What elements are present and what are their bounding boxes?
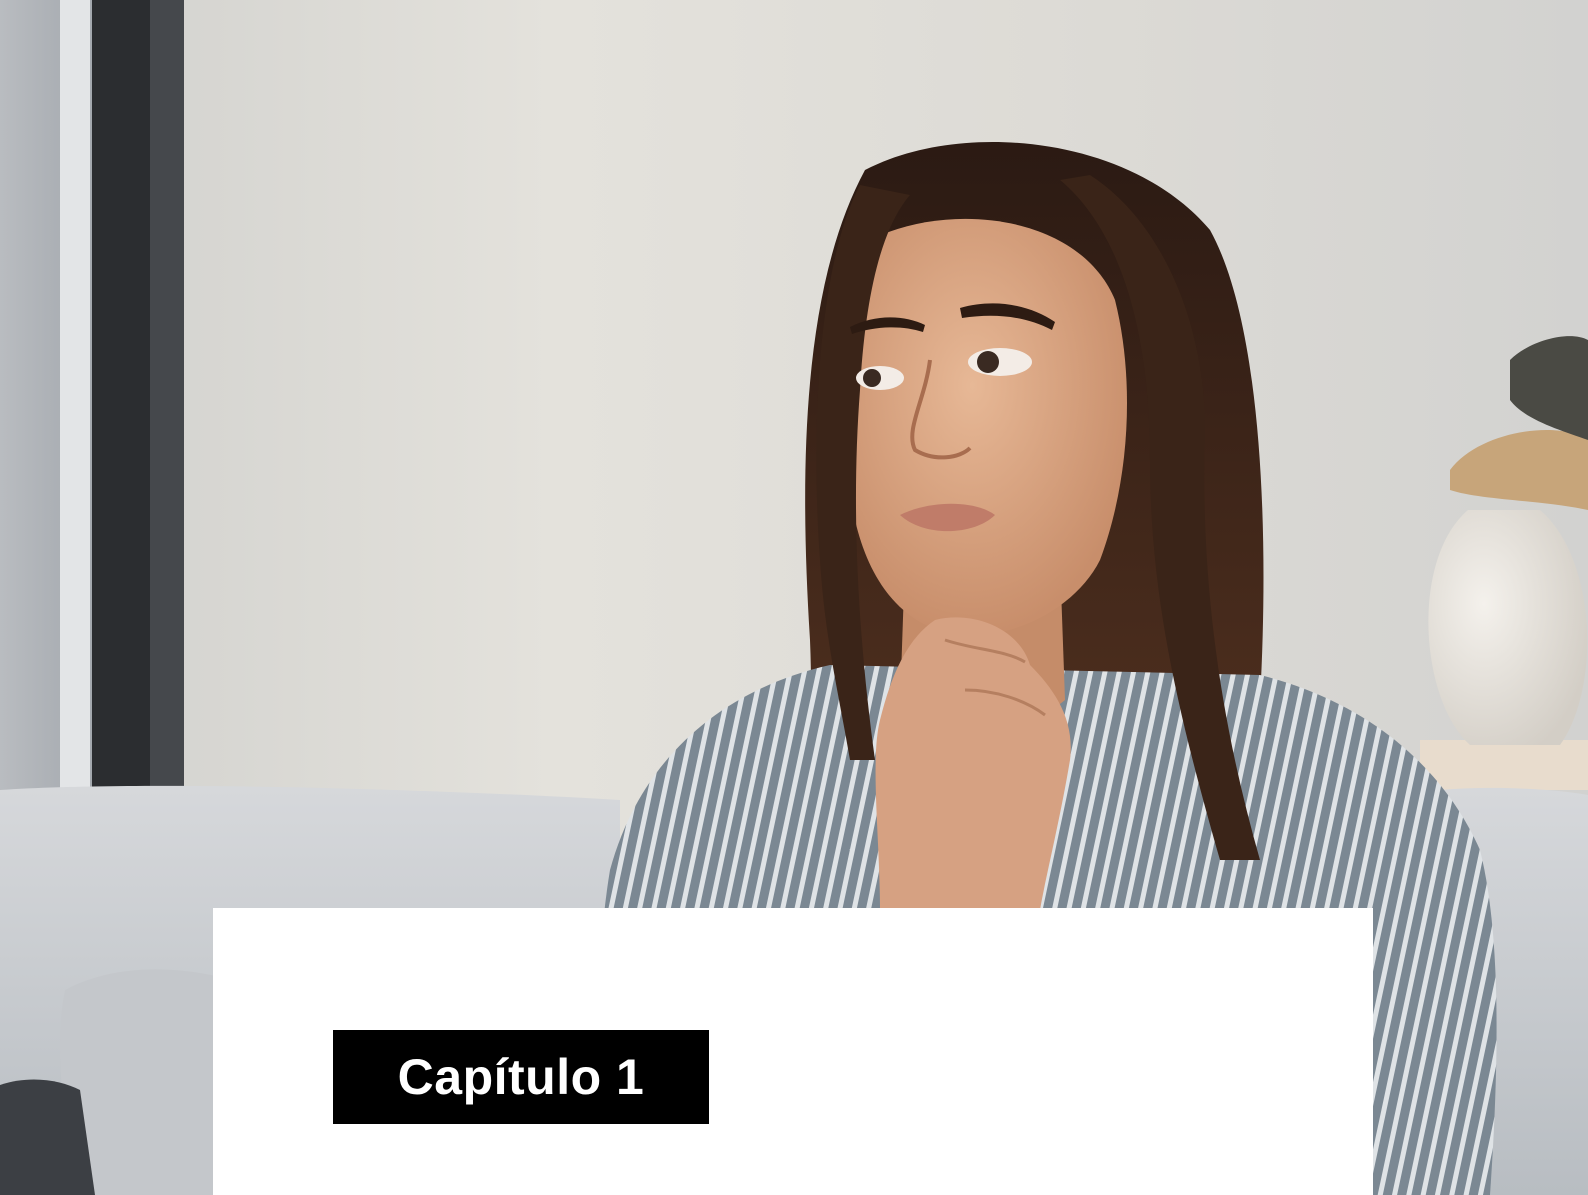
chapter-cover: Capítulo 1 <box>0 0 1588 1195</box>
chapter-badge: Capítulo 1 <box>333 1030 709 1124</box>
chapter-panel: Capítulo 1 <box>213 908 1373 1195</box>
chapter-title: Capítulo 1 <box>397 1049 645 1105</box>
